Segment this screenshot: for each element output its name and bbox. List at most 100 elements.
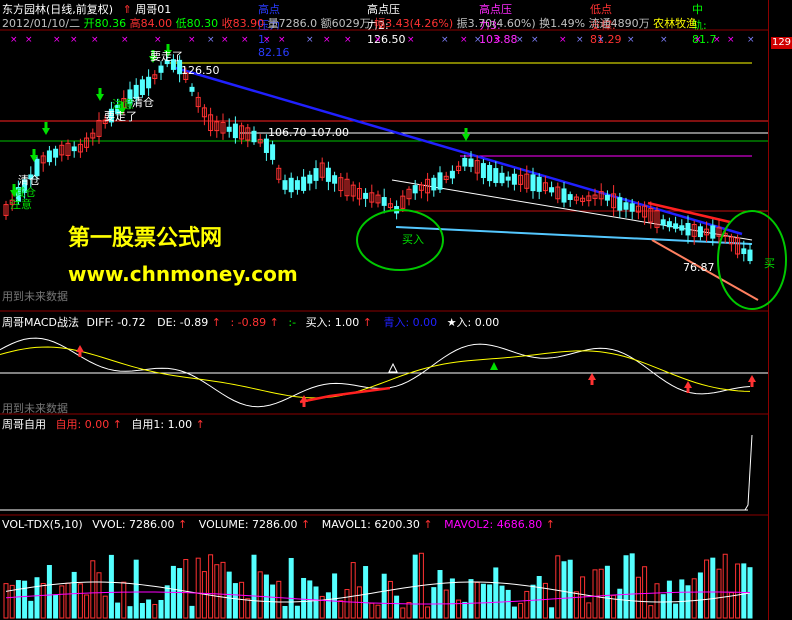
candle-body <box>313 168 319 181</box>
marker-x: × <box>694 35 702 45</box>
macd-star: ★入: 0.00 <box>446 316 500 329</box>
macd-red-segment <box>299 386 391 404</box>
volume-bar <box>425 606 431 619</box>
ziyong-value: 自用: 0.00 <box>55 418 110 431</box>
candle-body <box>282 180 288 190</box>
candle-body <box>623 202 629 210</box>
volume-bar <box>139 603 145 619</box>
volume-bar <box>518 602 524 619</box>
volume-bar <box>474 581 480 619</box>
candle-body <box>158 65 164 73</box>
volume-bar <box>152 603 158 619</box>
volume-bar <box>189 605 195 619</box>
marker-x: × <box>263 35 271 45</box>
macd-triangle-green <box>490 362 498 370</box>
vol-title[interactable]: VOL-TDX(5,10) <box>2 518 83 531</box>
annotation-106: 106.70-107.00 <box>268 126 349 139</box>
candle-body <box>226 126 232 132</box>
candle-body <box>561 188 567 203</box>
watermark-site-cn: 第一股票公式网 <box>68 226 223 251</box>
arrow-up-icon: ↑ <box>178 518 188 531</box>
macd-arrow-up <box>684 381 692 388</box>
volume-bar <box>208 554 214 619</box>
macd-header: 周哥MACD战法 DIFF: -0.72 DE: -0.89 ↑ : -0.89… <box>2 314 499 330</box>
mavol1-value: MAVOL1: 6200.30 <box>321 518 420 531</box>
no-future-data-price: 用到未来数据 <box>2 290 68 303</box>
volume-bar <box>3 583 9 619</box>
label-mai: 买 <box>764 257 775 270</box>
marker-x: × <box>207 35 215 45</box>
arrow-up-icon: ↑ <box>211 316 221 329</box>
volume-bar <box>567 559 573 619</box>
volume-bar <box>642 566 648 619</box>
volume-bar <box>28 600 34 619</box>
volume-value: VOLUME: 7286.00 <box>198 518 298 531</box>
volume-bar <box>505 589 511 619</box>
candle-body <box>139 79 145 96</box>
vvol-value: VVOL: 7286.00 <box>92 518 175 531</box>
volume-bar <box>90 560 96 619</box>
volume-bar <box>685 585 691 619</box>
ziyong-spike <box>744 434 753 511</box>
macd-de: DE: -0.89 <box>157 316 209 329</box>
candle-body <box>505 176 511 181</box>
volume-bar <box>220 561 226 619</box>
marker-x: × <box>70 35 78 45</box>
marker-x: × <box>407 35 415 45</box>
volume-bar <box>127 606 133 619</box>
macd-diff: DIFF: -0.72 <box>86 316 146 329</box>
marker-row: × × × × × × × × × × × × × × × × × × × × × × × × × × × × × × × × × <box>10 35 755 45</box>
candle-body <box>332 175 338 184</box>
candle-body <box>468 158 474 167</box>
volume-bar <box>313 586 319 619</box>
candle-body <box>53 148 59 158</box>
marker-x: × <box>727 35 735 45</box>
ziyong-title[interactable]: 周哥自用 <box>2 418 46 431</box>
volume-bar <box>735 563 741 619</box>
marker-x: × <box>91 35 99 45</box>
macd-val3: : -0.89 <box>230 316 267 329</box>
volume-bar <box>22 580 28 619</box>
volume-bar <box>325 592 331 619</box>
volume-bars <box>3 552 753 619</box>
candle-body <box>567 194 573 200</box>
volume-bar <box>387 580 393 619</box>
volume-bar <box>71 571 77 619</box>
volume-bar <box>511 606 517 619</box>
volume-bar <box>375 604 381 619</box>
candle-body <box>747 249 753 262</box>
candle-body <box>549 187 555 193</box>
marker-x: × <box>323 35 331 45</box>
marker-x: × <box>278 35 286 45</box>
macd-title[interactable]: 周哥MACD战法 <box>2 316 79 329</box>
macd-arrow-up <box>300 395 308 402</box>
volume-bar <box>338 600 344 619</box>
volume-bar <box>282 605 288 619</box>
volume-bar <box>617 588 623 619</box>
macd-arrow-stem <box>78 352 82 357</box>
candle-body <box>660 219 666 226</box>
volume-bar <box>549 607 555 619</box>
candle-body <box>480 163 486 179</box>
volume-bar <box>573 591 579 619</box>
volume-bar <box>158 599 164 619</box>
marker-x: × <box>121 35 129 45</box>
volume-bar <box>59 585 65 619</box>
volume-bar <box>121 581 127 619</box>
marker-x: × <box>344 35 352 45</box>
candle-body <box>232 123 238 139</box>
volume-bar <box>301 577 307 619</box>
volume-bar <box>108 554 114 619</box>
volume-bar <box>96 572 102 619</box>
volume-bar <box>604 565 610 619</box>
marker-x: × <box>576 35 584 45</box>
marker-x: × <box>559 35 567 45</box>
volume-bar <box>530 584 536 619</box>
volume-bar <box>654 583 660 619</box>
candle-body <box>294 180 300 190</box>
arrow-up-icon: ↑ <box>195 418 205 431</box>
volume-bar <box>722 553 728 619</box>
marker-x: × <box>374 35 382 45</box>
candle-body <box>617 197 623 211</box>
volume-bar <box>716 568 722 619</box>
